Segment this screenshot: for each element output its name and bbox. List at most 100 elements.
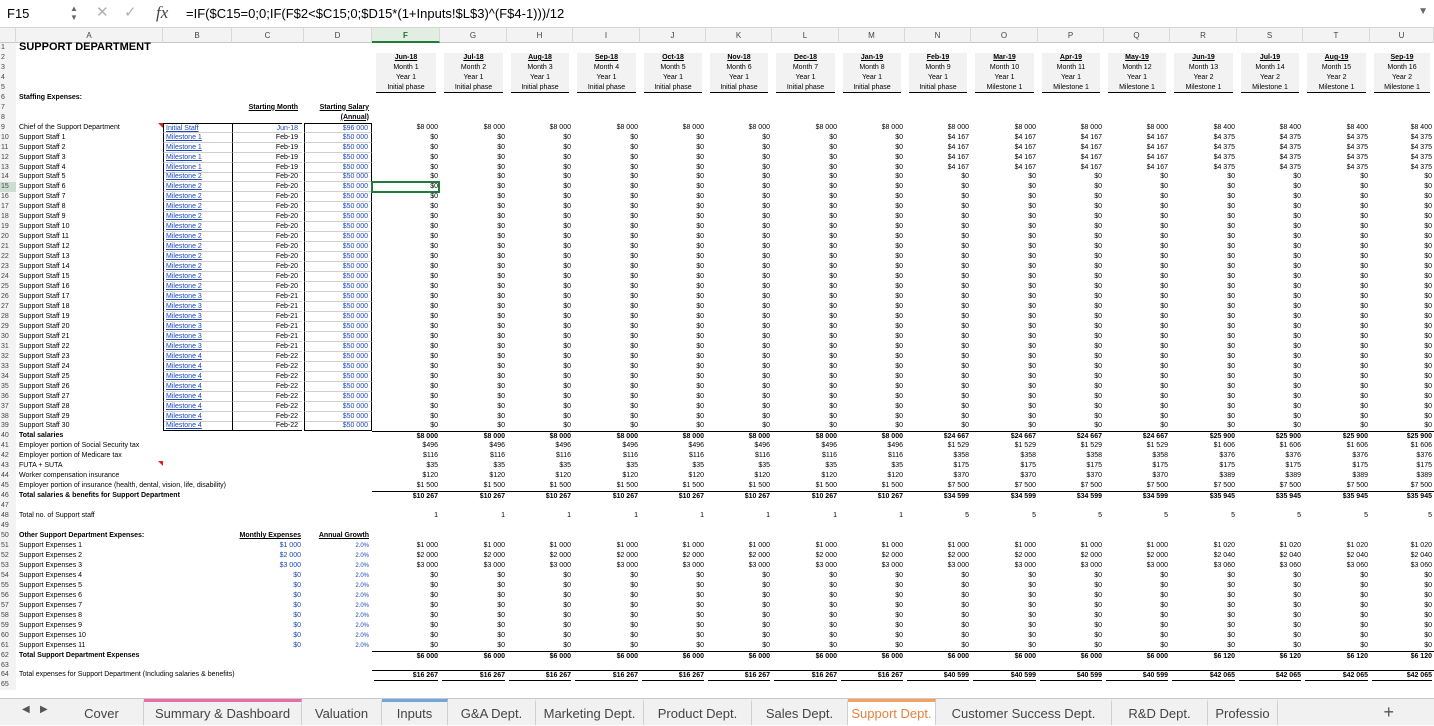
starting-month[interactable]: Feb-20 [232, 252, 302, 263]
value-cell[interactable]: $0 [640, 571, 706, 581]
column-header-r[interactable]: R [1170, 28, 1237, 43]
value-cell[interactable]: $0 [772, 312, 839, 322]
value-cell[interactable]: $0 [971, 192, 1038, 202]
value-cell[interactable]: $0 [440, 222, 507, 232]
value-cell[interactable]: $0 [1237, 212, 1303, 222]
value-cell[interactable]: $2 000 [640, 551, 706, 561]
value-cell[interactable]: $0 [1237, 392, 1303, 402]
milestone-link[interactable]: Milestone 2 [163, 262, 232, 273]
value-cell[interactable]: $0 [573, 392, 640, 402]
value-cell[interactable]: $1 606 [1237, 441, 1303, 451]
value-cell[interactable]: $0 [507, 372, 573, 382]
starting-month[interactable]: Feb-21 [232, 341, 302, 352]
value-cell[interactable]: $0 [839, 332, 905, 342]
value-cell[interactable]: $0 [1237, 232, 1303, 242]
value-cell[interactable]: $358 [1038, 451, 1104, 461]
value-cell[interactable]: $0 [573, 382, 640, 392]
row-number[interactable]: 53 [0, 560, 16, 571]
value-cell[interactable]: $0 [1237, 621, 1303, 631]
value-cell[interactable]: $0 [573, 292, 640, 302]
starting-salary[interactable]: $50 000 [304, 202, 372, 213]
value-cell[interactable]: 1 [507, 511, 573, 521]
value-cell[interactable]: $0 [1303, 621, 1370, 631]
value-cell[interactable]: $4 167 [1104, 153, 1170, 163]
starting-salary[interactable]: $50 000 [304, 292, 372, 302]
value-cell[interactable]: $0 [839, 581, 905, 591]
value-cell[interactable]: $7 500 [1370, 481, 1434, 491]
value-cell[interactable]: $358 [1104, 451, 1170, 461]
value-cell[interactable]: $0 [1104, 571, 1170, 581]
value-cell[interactable]: $376 [1170, 451, 1237, 461]
value-cell[interactable]: $0 [839, 192, 905, 202]
milestone-link[interactable]: Milestone 2 [163, 272, 232, 283]
value-cell[interactable]: $3 000 [772, 561, 839, 571]
value-cell[interactable]: $0 [573, 222, 640, 232]
value-cell[interactable]: $0 [839, 421, 905, 431]
row-number[interactable]: 40 [0, 431, 16, 442]
value-cell[interactable]: $0 [971, 392, 1038, 402]
value-cell[interactable]: $4 167 [1038, 133, 1104, 143]
value-cell[interactable]: $0 [573, 262, 640, 272]
monthly-expense[interactable]: $2 000 [232, 551, 304, 561]
value-cell[interactable]: $0 [839, 252, 905, 262]
value-cell[interactable]: $7 500 [905, 481, 971, 491]
value-cell[interactable]: $0 [905, 601, 971, 611]
value-cell[interactable]: $35 [440, 461, 507, 471]
value-cell[interactable]: $0 [640, 222, 706, 232]
column-header-s[interactable]: S [1237, 28, 1303, 43]
value-cell[interactable]: $2 000 [971, 551, 1038, 561]
value-cell[interactable]: $0 [1170, 322, 1237, 332]
value-cell[interactable]: $0 [772, 133, 839, 143]
value-cell[interactable]: $25 900 [1370, 431, 1434, 441]
row-number[interactable]: 5 [0, 82, 16, 93]
value-cell[interactable]: 5 [1038, 511, 1104, 521]
value-cell[interactable]: $0 [640, 342, 706, 352]
monthly-expense[interactable]: $0 [232, 581, 304, 591]
value-cell[interactable]: $0 [507, 192, 573, 202]
annual-growth[interactable]: 2.0% [304, 541, 372, 551]
value-cell[interactable]: $8 400 [1370, 123, 1434, 133]
value-cell[interactable]: $0 [440, 262, 507, 272]
value-cell[interactable]: $0 [971, 362, 1038, 372]
column-header-l[interactable]: L [772, 28, 839, 43]
value-cell[interactable]: $16 267 [507, 670, 573, 680]
value-cell[interactable]: $3 000 [573, 561, 640, 571]
value-cell[interactable]: $0 [971, 352, 1038, 362]
value-cell[interactable]: $6 000 [706, 650, 772, 661]
value-cell[interactable]: $0 [1038, 262, 1104, 272]
value-cell[interactable]: $8 000 [839, 123, 905, 133]
starting-month[interactable]: Feb-22 [232, 401, 302, 412]
value-cell[interactable]: $2 000 [1038, 551, 1104, 561]
value-cell[interactable]: $0 [1038, 601, 1104, 611]
value-cell[interactable]: $16 267 [839, 670, 905, 680]
value-cell[interactable]: $0 [1370, 372, 1434, 382]
value-cell[interactable]: $0 [507, 212, 573, 222]
value-cell[interactable]: $0 [706, 163, 772, 173]
value-cell[interactable]: $0 [1170, 312, 1237, 322]
value-cell[interactable]: $0 [372, 182, 440, 192]
milestone-link[interactable]: Milestone 4 [163, 411, 232, 422]
value-cell[interactable]: $0 [772, 262, 839, 272]
value-cell[interactable]: $0 [507, 182, 573, 192]
value-cell[interactable]: $0 [440, 372, 507, 382]
value-cell[interactable]: $120 [573, 471, 640, 481]
value-cell[interactable]: $0 [1170, 571, 1237, 581]
milestone-link[interactable]: Milestone 4 [163, 371, 232, 382]
value-cell[interactable]: $0 [971, 581, 1038, 591]
value-cell[interactable]: $0 [706, 581, 772, 591]
value-cell[interactable]: $0 [372, 382, 440, 392]
value-cell[interactable]: $0 [640, 591, 706, 601]
value-cell[interactable]: $0 [573, 402, 640, 412]
value-cell[interactable]: $0 [573, 631, 640, 641]
value-cell[interactable]: $0 [372, 232, 440, 242]
starting-month[interactable]: Feb-19 [232, 152, 302, 163]
value-cell[interactable]: $0 [706, 302, 772, 312]
value-cell[interactable]: $0 [372, 312, 440, 322]
row-number[interactable]: 35 [0, 381, 16, 392]
value-cell[interactable]: $0 [839, 232, 905, 242]
value-cell[interactable]: $0 [640, 322, 706, 332]
value-cell[interactable]: $0 [573, 601, 640, 611]
value-cell[interactable]: $0 [1370, 282, 1434, 292]
milestone-link[interactable]: Milestone 3 [163, 341, 232, 352]
row-number[interactable]: 51 [0, 541, 16, 551]
